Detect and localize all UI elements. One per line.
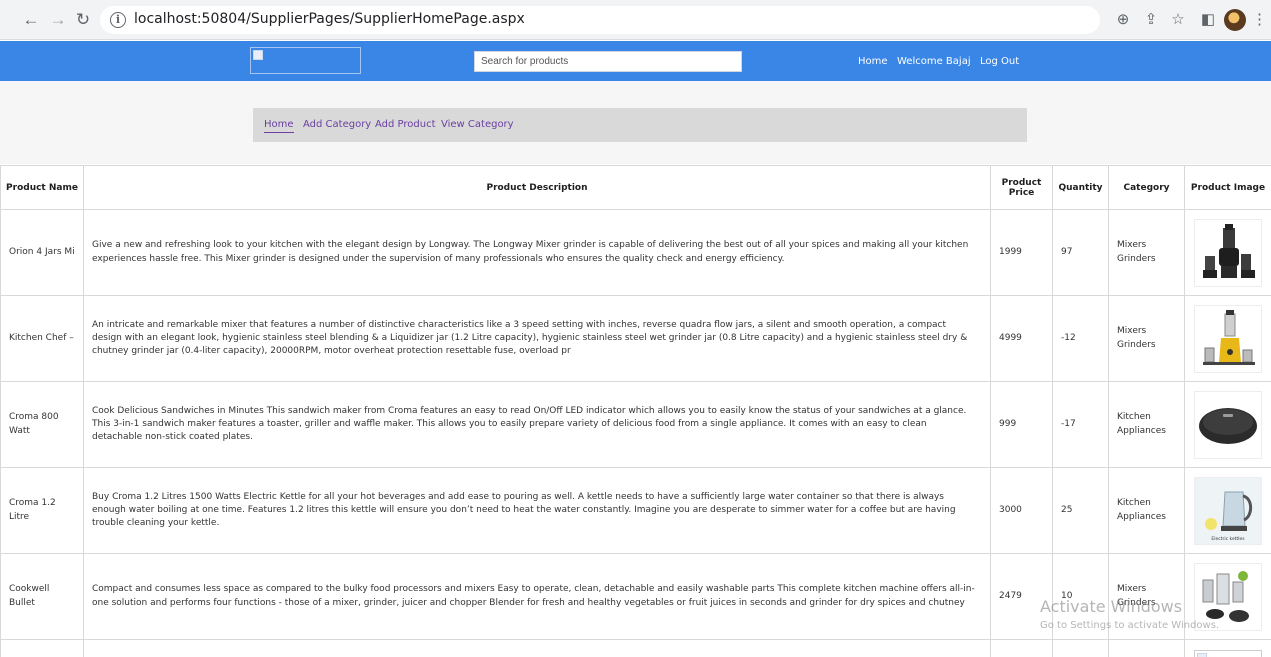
browser-toolbar: ← → ↻ i localhost:50804/SupplierPages/Su… <box>0 0 1271 40</box>
column-header: Category <box>1108 165 1185 210</box>
product-category-cell: Kitchen Appliances <box>1108 381 1185 468</box>
product-price-cell: 1999 <box>990 209 1053 296</box>
product-name-cell: Kitchen Chef – <box>0 295 84 382</box>
site-header: Home Welcome Bajaj Log Out <box>0 41 1271 81</box>
product-quantity-cell: 97 <box>1052 209 1109 296</box>
product-quantity-cell <box>1052 639 1109 657</box>
more-menu-icon[interactable]: ⋮ <box>1252 9 1267 31</box>
subnav-menu: Home Add Category Add Product View Categ… <box>253 108 1027 142</box>
activate-windows-title: Activate Windows <box>1040 597 1183 616</box>
product-category-cell: Mixers Grinders <box>1108 209 1185 296</box>
product-quantity-cell: 25 <box>1052 467 1109 554</box>
column-header: Product Price <box>990 165 1053 210</box>
subnav-item-add-category[interactable]: Add Category <box>303 119 371 130</box>
welcome-text: Welcome Bajaj <box>897 56 971 67</box>
product-category-cell <box>1108 639 1185 657</box>
profile-avatar[interactable] <box>1224 9 1246 31</box>
product-table: Product Name Product Description Product… <box>0 165 1271 657</box>
table-row: Croma 800 Watt Cook Delicious Sandwiches… <box>0 381 1271 468</box>
site-logo[interactable] <box>250 47 361 74</box>
product-description-cell: Buy Croma 1.2 Litres 1500 Watts Electric… <box>83 467 991 554</box>
product-name-cell: Orion 4 Jars Mi <box>0 209 84 296</box>
product-price-cell <box>990 639 1053 657</box>
logout-link[interactable]: Log Out <box>980 56 1019 67</box>
product-image-cell <box>1184 209 1271 296</box>
product-price-cell: 999 <box>990 381 1053 468</box>
subnav-item-home[interactable]: Home <box>264 119 294 133</box>
column-header: Quantity <box>1052 165 1109 210</box>
table-row <box>0 639 1271 657</box>
product-category-cell: Mixers Grinders <box>1108 295 1185 382</box>
kettle-caption: Electric kettles <box>1211 536 1245 542</box>
subnav-item-view-category[interactable]: View Category <box>441 119 514 130</box>
product-description-cell: An intricate and remarkable mixer that f… <box>83 295 991 382</box>
product-quantity-cell: -17 <box>1052 381 1109 468</box>
product-category-cell: Kitchen Appliances <box>1108 467 1185 554</box>
activate-windows-subtitle: Go to Settings to activate Windows. <box>1040 620 1220 631</box>
electric-kettle-image: Electric kettles <box>1194 476 1262 545</box>
search-input[interactable] <box>474 51 742 72</box>
product-quantity-cell: -12 <box>1052 295 1109 382</box>
table-header-row: Product Name Product Description Product… <box>0 165 1271 210</box>
product-description-cell: Give a new and refreshing look to your k… <box>83 209 991 296</box>
column-header: Product Description <box>83 165 991 210</box>
subnav-item-add-product[interactable]: Add Product <box>375 119 436 130</box>
sandwich-maker-image <box>1194 390 1262 459</box>
product-price-cell: 3000 <box>990 467 1053 554</box>
reload-icon[interactable]: ↻ <box>72 9 94 31</box>
table-row: Kitchen Chef – An intricate and remarkab… <box>0 295 1271 382</box>
product-image-cell <box>1184 295 1271 382</box>
mixer-grinder-image <box>1194 218 1262 287</box>
side-panel-icon[interactable]: ◧ <box>1197 9 1219 31</box>
product-description-cell: Cook Delicious Sandwiches in Minutes Thi… <box>83 381 991 468</box>
product-image-cell: Electric kettles <box>1184 467 1271 554</box>
product-description-cell: Compact and consumes less space as compa… <box>83 553 991 640</box>
product-image-cell <box>1184 639 1271 657</box>
table-row: Croma 1.2 Litre Buy Croma 1.2 Litres 150… <box>0 467 1271 554</box>
broken-product-image <box>1194 649 1262 657</box>
table-row: Orion 4 Jars Mi Give a new and refreshin… <box>0 209 1271 296</box>
product-image-cell <box>1184 381 1271 468</box>
yellow-mixer-image <box>1194 304 1262 373</box>
share-icon[interactable]: ⇪ <box>1140 9 1162 31</box>
broken-image-icon <box>253 50 263 60</box>
product-price-cell: 4999 <box>990 295 1053 382</box>
info-icon[interactable]: i <box>110 12 126 28</box>
subnav-area: Home Add Category Add Product View Categ… <box>0 81 1271 164</box>
broken-image-icon <box>1197 652 1207 657</box>
bookmark-star-icon[interactable]: ☆ <box>1167 9 1189 31</box>
product-description-cell <box>83 639 991 657</box>
product-name-cell: Croma 800 Watt <box>0 381 84 468</box>
url-text[interactable]: localhost:50804/SupplierPages/SupplierHo… <box>134 11 525 27</box>
header-home-link[interactable]: Home <box>858 56 888 67</box>
product-name-cell <box>0 639 84 657</box>
back-arrow-icon[interactable]: ← <box>20 9 42 31</box>
column-header: Product Name <box>0 165 84 210</box>
product-name-cell: Croma 1.2 Litre <box>0 467 84 554</box>
zoom-icon[interactable]: ⊕ <box>1112 9 1134 31</box>
column-header: Product Image <box>1184 165 1271 210</box>
product-name-cell: Cookwell Bullet <box>0 553 84 640</box>
product-table-wrap: Product Name Product Description Product… <box>0 165 1271 657</box>
forward-arrow-icon[interactable]: → <box>47 9 69 31</box>
address-bar[interactable]: i localhost:50804/SupplierPages/Supplier… <box>100 6 1100 34</box>
